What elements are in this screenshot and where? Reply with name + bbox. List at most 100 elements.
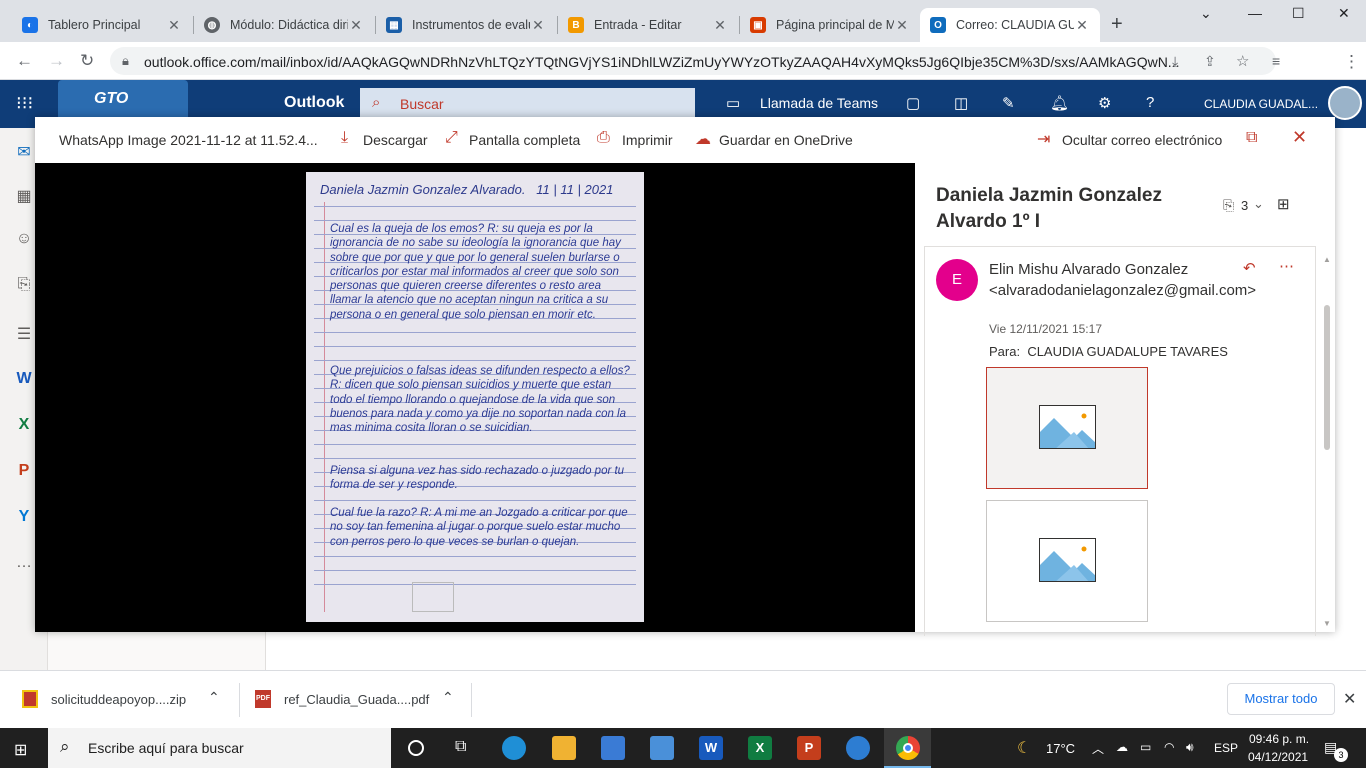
recipient-name[interactable]: CLAUDIA GUADALUPE TAVARES xyxy=(1027,344,1228,359)
bookmark-star-icon[interactable]: ☆ xyxy=(1236,52,1249,70)
edge-icon[interactable] xyxy=(502,736,526,760)
print-icon[interactable]: ⎙ xyxy=(597,129,610,147)
fullscreen-icon[interactable]: ⤢ xyxy=(445,129,458,147)
forward-icon[interactable]: → xyxy=(48,51,65,71)
bell-icon[interactable]: 🔔︎ xyxy=(1050,94,1069,112)
more-apps-icon[interactable]: … xyxy=(14,554,34,574)
cloud-upload-icon[interactable]: ☁ xyxy=(695,129,711,149)
help-icon[interactable]: ? xyxy=(1146,94,1154,111)
download-button[interactable]: Descargar xyxy=(363,132,428,148)
reading-list-icon[interactable]: ≡ xyxy=(1272,53,1280,69)
mail-icon[interactable]: ✉ xyxy=(14,142,34,162)
app-launcher-icon[interactable]: ⁝⁝⁝ xyxy=(16,93,33,114)
reload-icon[interactable]: ↻ xyxy=(80,51,94,71)
minimize-button[interactable]: — xyxy=(1248,5,1262,21)
people-icon[interactable]: ☺ xyxy=(14,230,34,250)
battery-icon[interactable]: ▭ xyxy=(1140,740,1151,754)
word-app-icon[interactable]: W xyxy=(699,736,723,760)
hide-mail-icon[interactable]: ⇥ xyxy=(1037,129,1050,149)
tray-chevron-icon[interactable]: ︿ xyxy=(1092,740,1104,757)
browser-tab[interactable]: ▣ Página principal de Mi ✕ xyxy=(740,8,920,42)
clock-time[interactable]: 09:46 p. m. xyxy=(1249,732,1309,746)
excel-app-icon[interactable]: X xyxy=(748,736,772,760)
hide-mail-button[interactable]: Ocultar correo electrónico xyxy=(1062,132,1222,148)
close-tab-icon[interactable]: ✕ xyxy=(166,17,182,34)
share-icon[interactable]: ⇪ xyxy=(1204,53,1216,70)
cortana-icon[interactable] xyxy=(408,740,424,756)
browser-tab[interactable]: ◐ Tablero Principal ✕ xyxy=(12,8,192,42)
close-downloads-icon[interactable]: ✕ xyxy=(1343,689,1356,709)
chevron-up-icon[interactable]: ⌃ xyxy=(208,689,220,706)
chat-icon[interactable]: ▢ xyxy=(906,94,920,112)
todo-icon[interactable]: ☰ xyxy=(14,324,34,344)
close-tab-icon[interactable]: ✕ xyxy=(530,17,546,34)
attach-icon[interactable]: ⎘ xyxy=(14,276,34,296)
temperature[interactable]: 17°C xyxy=(1046,741,1075,756)
close-tab-icon[interactable]: ✕ xyxy=(348,17,364,34)
moon-weather-icon[interactable]: ☾ xyxy=(1017,738,1031,758)
task-view-icon[interactable]: ⧉ xyxy=(455,738,466,756)
teams-call-button[interactable]: Llamada de Teams xyxy=(760,95,878,111)
browser-tab[interactable]: B Entrada - Editar ✕ xyxy=(558,8,738,42)
sender-avatar[interactable]: E xyxy=(936,259,978,301)
search-box[interactable]: ⌕ Buscar xyxy=(360,88,695,120)
sender-address[interactable]: Elin Mishu Alvarado Gonzalez <alvaradoda… xyxy=(989,259,1256,301)
expand-icon[interactable]: ⊞ xyxy=(1277,195,1290,213)
chevron-up-icon[interactable]: ⌃ xyxy=(442,689,454,706)
save-onedrive-button[interactable]: Guardar en OneDrive xyxy=(719,132,853,148)
back-icon[interactable]: ← xyxy=(16,51,33,71)
browser-tab-active[interactable]: O Correo: CLAUDIA GUAD ✕ xyxy=(920,8,1100,42)
chrome-menu-icon[interactable]: ⋮ xyxy=(1343,52,1360,72)
reading-scrollbar[interactable]: ▲ ▼ xyxy=(1320,255,1335,632)
close-tab-icon[interactable]: ✕ xyxy=(1074,17,1090,34)
sync-app-icon[interactable] xyxy=(846,736,870,760)
paperclip-icon[interactable]: ⎘ xyxy=(1223,197,1234,214)
print-button[interactable]: Imprimir xyxy=(622,132,673,148)
gear-icon[interactable]: ⚙ xyxy=(1098,94,1111,112)
more-actions-icon[interactable]: ⋯ xyxy=(1279,257,1294,275)
powerpoint-app-icon[interactable]: P xyxy=(797,736,821,760)
user-name[interactable]: CLAUDIA GUADAL... xyxy=(1204,97,1318,111)
video-call-icon[interactable]: ▭ xyxy=(726,94,740,112)
download-item[interactable]: ref_Claudia_Guada....pdf xyxy=(284,692,429,707)
outlook-brand[interactable]: Outlook xyxy=(284,94,344,112)
word-icon[interactable]: W xyxy=(14,370,34,390)
download-item[interactable]: solicituddeapoyop....zip xyxy=(51,692,186,707)
close-tab-icon[interactable]: ✕ xyxy=(712,17,728,34)
file-explorer-icon[interactable] xyxy=(552,736,576,760)
compose-icon[interactable]: ✎ xyxy=(1002,94,1015,112)
excel-icon[interactable]: X xyxy=(14,416,34,436)
calendar-icon[interactable]: ▦ xyxy=(14,186,34,206)
fullscreen-button[interactable]: Pantalla completa xyxy=(469,132,580,148)
browser-tab[interactable]: ◍ Módulo: Didáctica dirig ✕ xyxy=(194,8,374,42)
attachments-count[interactable]: 3 xyxy=(1241,198,1248,213)
volume-icon[interactable]: 🔊︎ xyxy=(1186,740,1194,755)
close-tab-icon[interactable]: ✕ xyxy=(894,17,910,34)
install-app-icon[interactable]: ⤓ xyxy=(1172,53,1178,70)
popout-icon[interactable]: ⧉ xyxy=(1246,129,1257,147)
reply-icon[interactable]: ↶ xyxy=(1243,259,1256,277)
scrollbar-thumb[interactable] xyxy=(1324,305,1330,450)
tab-search-icon[interactable]: ⌄ xyxy=(1200,5,1212,22)
chevron-down-icon[interactable]: ⌄ xyxy=(1253,196,1264,212)
avatar[interactable] xyxy=(1328,86,1362,120)
yammer-icon[interactable]: Y xyxy=(14,508,34,528)
attachment-tile[interactable] xyxy=(986,500,1148,622)
clock-date[interactable]: 04/12/2021 xyxy=(1248,750,1308,764)
download-icon[interactable]: ⤓ xyxy=(341,129,348,147)
language-indicator[interactable]: ESP xyxy=(1214,741,1238,755)
onenote-icon[interactable]: ◫ xyxy=(954,94,968,112)
store-icon[interactable] xyxy=(601,736,625,760)
browser-tab[interactable]: ▦ Instrumentos de evalua ✕ xyxy=(376,8,556,42)
wifi-icon[interactable]: ◠ xyxy=(1164,740,1174,754)
attachment-tile[interactable] xyxy=(986,367,1148,489)
powerpoint-icon[interactable]: P xyxy=(14,462,34,482)
new-tab-button[interactable]: + xyxy=(1111,13,1123,36)
mail-app-icon[interactable] xyxy=(650,736,674,760)
url-bar[interactable]: 🔒︎ outlook.office.com/mail/inbox/id/AAQk… xyxy=(110,47,1276,75)
cloud-icon[interactable]: ☁ xyxy=(1116,740,1128,754)
windows-start-icon[interactable]: ⊞ xyxy=(14,740,27,760)
lock-icon[interactable]: 🔒︎ xyxy=(122,53,129,69)
show-all-button[interactable]: Mostrar todo xyxy=(1227,683,1335,715)
taskbar-search[interactable]: ⌕ Escribe aquí para buscar xyxy=(48,728,391,768)
